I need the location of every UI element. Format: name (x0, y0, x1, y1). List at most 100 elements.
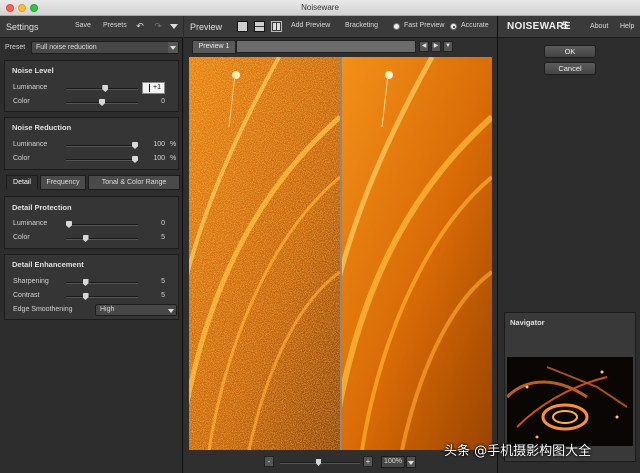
sharpening-value[interactable]: 5 (143, 278, 165, 285)
tab-tonal-color-range[interactable]: Tonal & Color Range (88, 175, 180, 190)
detail-protection-color-slider[interactable] (66, 235, 138, 242)
chevron-down-icon (166, 305, 176, 315)
percent-unit: % (170, 155, 177, 162)
navigator-thumbnail[interactable] (507, 357, 633, 446)
slider-thumb[interactable] (132, 142, 138, 149)
slider-thumb[interactable] (66, 221, 72, 228)
slider-thumb[interactable] (132, 156, 138, 163)
slider-thumb[interactable] (99, 99, 105, 106)
tab-detail[interactable]: Detail (6, 175, 38, 190)
noise-reduction-title: Noise Reduction (12, 123, 72, 132)
zoom-dropdown-icon[interactable] (406, 456, 416, 468)
contrast-slider[interactable] (66, 293, 138, 300)
preset-row: Preset Full noise reduction (0, 40, 183, 56)
tab-list-icon[interactable]: ▼ (443, 41, 453, 52)
accurate-label[interactable]: Accurate (461, 22, 489, 29)
right-panel: NOISEWARE 5 About Help OK Cancel Navigat… (497, 16, 640, 473)
about-link[interactable]: About (590, 23, 608, 30)
settings-tabs: Detail Frequency Tonal & Color Range (4, 175, 181, 190)
preview-image-area[interactable] (189, 57, 492, 450)
contrast-label: Contrast (13, 292, 40, 299)
tab-next-icon[interactable]: ▶ (431, 41, 441, 52)
preview-title: Preview (190, 22, 223, 32)
save-button[interactable]: Save (75, 22, 91, 29)
preset-select[interactable]: Full noise reduction (31, 41, 179, 54)
logo-version: 5 (562, 20, 569, 32)
preset-label: Preset (5, 44, 26, 51)
noise-reduction-color-slider[interactable] (66, 156, 138, 163)
edge-smoothening-select[interactable]: High (95, 304, 177, 316)
detail-protection-color-value[interactable]: 5 (143, 234, 165, 241)
noise-level-luminance-row: Luminance +1 (5, 82, 180, 95)
preview-header: Preview Add Preview Bracketing Fast Prev… (184, 16, 497, 38)
slider-thumb[interactable] (102, 85, 109, 92)
detail-enhancement-section: Detail Enhancement Sharpening 5 Contrast… (4, 254, 179, 320)
settings-header: Settings Save Presets ↶ ↷ (0, 16, 183, 38)
noise-level-color-slider[interactable] (66, 99, 138, 106)
noise-reduction-color-value[interactable]: 100 (143, 155, 165, 162)
watermark-text: 头条 @手机摄影构图大全 (444, 444, 592, 459)
settings-panel: Settings Save Presets ↶ ↷ Preset Full no… (0, 16, 183, 473)
noise-level-luminance-slider[interactable] (66, 85, 138, 92)
original-image[interactable] (189, 57, 340, 450)
text-caret (149, 84, 150, 92)
window-title-bar: Noiseware (0, 0, 640, 16)
preview-panel: Preview Add Preview Bracketing Fast Prev… (184, 16, 497, 473)
contrast-row: Contrast 5 (5, 291, 180, 303)
noise-reduction-luminance-row: Luminance 100 % (5, 140, 180, 152)
detail-protection-color-row: Color 5 (5, 233, 180, 245)
noise-reduction-section: Noise Reduction Luminance 100 % Color 10… (4, 117, 179, 170)
undo-icon[interactable]: ↶ (133, 20, 147, 32)
noise-level-color-value[interactable]: 0 (143, 98, 165, 105)
add-preview-button[interactable]: Add Preview (291, 22, 330, 29)
zoom-value[interactable]: 100% (381, 456, 405, 468)
zoom-out-button[interactable]: - (264, 456, 274, 467)
accurate-radio[interactable] (450, 23, 457, 30)
slider-thumb[interactable] (82, 279, 89, 286)
detail-protection-section: Detail Protection Luminance 0 Color 5 (4, 196, 179, 249)
noise-reduction-luminance-slider[interactable] (66, 142, 138, 149)
detail-enhancement-title: Detail Enhancement (12, 260, 84, 269)
tab-preview-1[interactable]: Preview 1 (192, 40, 236, 54)
slider-thumb[interactable] (82, 235, 89, 242)
single-view-icon[interactable] (237, 21, 248, 32)
zoom-slider-thumb[interactable] (316, 459, 321, 466)
detail-protection-color-label: Color (13, 234, 30, 241)
tab-frequency[interactable]: Frequency (40, 175, 86, 190)
zoom-in-button[interactable]: + (363, 456, 373, 467)
settings-menu-icon[interactable] (170, 24, 178, 29)
bracketing-button[interactable]: Bracketing (345, 22, 378, 29)
noise-reduction-luminance-label: Luminance (13, 141, 48, 148)
edge-smoothening-row: Edge Smoothening High (5, 304, 180, 317)
contrast-value[interactable]: 5 (143, 292, 165, 299)
fast-preview-radio[interactable] (393, 23, 400, 30)
zoom-slider[interactable] (280, 459, 360, 466)
preview-tab-bar: Preview 1 ◀ ▶ ▼ (184, 39, 497, 55)
brand-header: NOISEWARE 5 About Help (498, 16, 640, 38)
sharpening-slider[interactable] (66, 279, 138, 286)
noise-reduction-color-label: Color (13, 155, 30, 162)
detail-protection-luminance-slider[interactable] (66, 221, 138, 228)
ok-button[interactable]: OK (544, 45, 596, 58)
settings-title: Settings (6, 22, 39, 32)
detail-protection-luminance-value[interactable]: 0 (143, 220, 165, 227)
help-link[interactable]: Help (620, 23, 634, 30)
slider-thumb[interactable] (82, 293, 89, 300)
detail-protection-luminance-row: Luminance 0 (5, 219, 180, 231)
navigator-title: Navigator (510, 318, 545, 327)
cancel-button[interactable]: Cancel (544, 62, 596, 75)
fast-preview-label[interactable]: Fast Preview (404, 22, 444, 29)
noise-level-luminance-value: +1 (153, 84, 161, 91)
noise-level-luminance-input[interactable]: +1 (142, 82, 165, 94)
noise-level-title: Noise Level (12, 66, 54, 75)
tab-prev-icon[interactable]: ◀ (419, 41, 429, 52)
noise-level-color-label: Color (13, 98, 30, 105)
redo-icon[interactable]: ↷ (151, 20, 165, 32)
edge-smoothening-label: Edge Smoothening (13, 306, 73, 313)
tab-strip (236, 40, 416, 53)
split-horizontal-icon[interactable] (254, 21, 265, 32)
split-vertical-icon[interactable] (271, 21, 282, 32)
presets-button[interactable]: Presets (103, 22, 127, 29)
noise-reduction-luminance-value[interactable]: 100 (143, 141, 165, 148)
processed-image[interactable] (342, 57, 492, 450)
